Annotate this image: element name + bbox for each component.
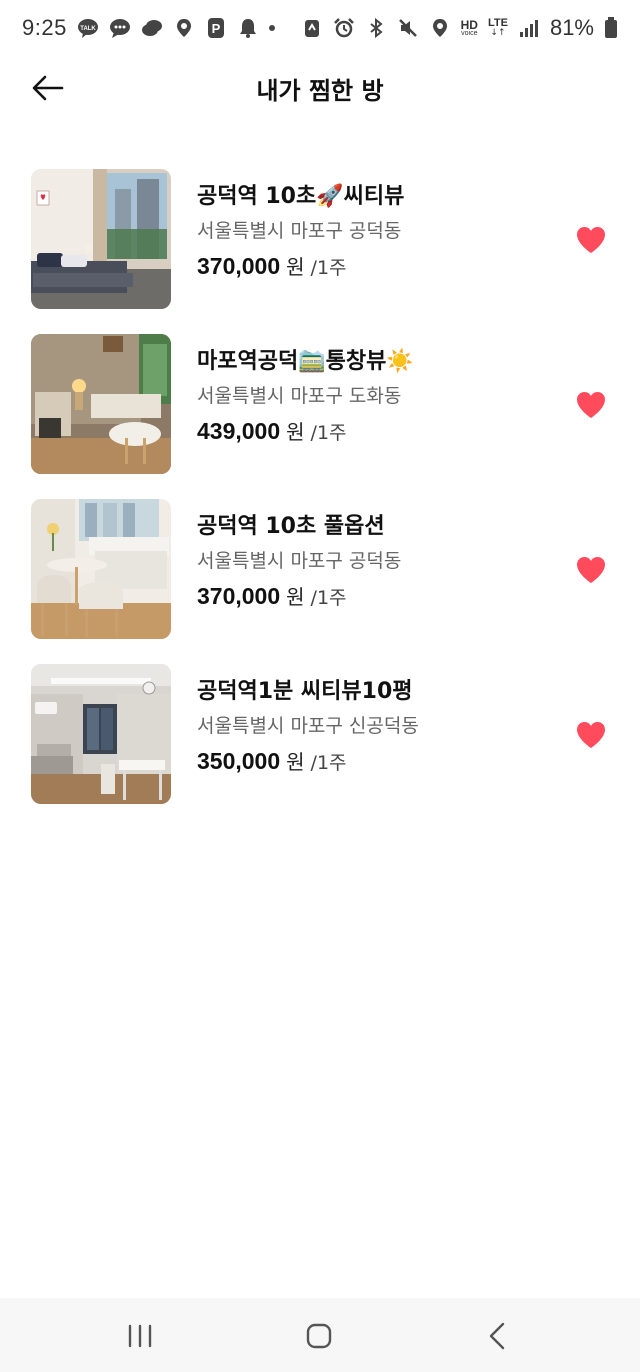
room-item[interactable]: 공덕역 10초 풀옵션 서울특별시 마포구 공덕동 370,000 원 /1주 bbox=[0, 498, 640, 663]
room-price-row: 370,000 원 /1주 bbox=[197, 581, 401, 610]
nav-back-button[interactable] bbox=[480, 1318, 516, 1354]
room-price-row: 350,000 원 /1주 bbox=[197, 746, 419, 775]
room-photo bbox=[31, 499, 171, 639]
heart-icon bbox=[577, 722, 605, 748]
status-right: HD voice LTE ↓↑ 81% bbox=[301, 15, 618, 41]
favorite-room-list: 공덕역 10초🚀씨티뷰 서울특별시 마포구 공덕동 370,000 원 /1주 bbox=[0, 168, 640, 828]
recents-icon bbox=[128, 1324, 152, 1348]
room-address: 서울특별시 마포구 공덕동 bbox=[197, 220, 402, 242]
room-currency: 원 bbox=[286, 420, 305, 444]
location-status-icon bbox=[429, 17, 451, 39]
status-time: 9:25 bbox=[22, 15, 67, 40]
room-info: 공덕역 10초🚀씨티뷰 서울특별시 마포구 공덕동 370,000 원 /1주 bbox=[197, 178, 404, 280]
system-nav-bar bbox=[0, 1298, 640, 1372]
battery-percent: 81% bbox=[549, 15, 594, 40]
room-address: 서울특별시 마포구 신공덕동 bbox=[197, 715, 419, 737]
battery-icon bbox=[604, 17, 618, 39]
location-icon bbox=[173, 17, 195, 39]
room-address: 서울특별시 마포구 도화동 bbox=[197, 385, 402, 407]
lte-icon: LTE ↓↑ bbox=[488, 18, 508, 38]
favorite-toggle-button[interactable] bbox=[575, 555, 607, 585]
svg-text:P: P bbox=[211, 21, 220, 36]
room-item[interactable]: 공덕역 10초🚀씨티뷰 서울특별시 마포구 공덕동 370,000 원 /1주 bbox=[0, 168, 640, 333]
room-photo bbox=[31, 664, 171, 804]
home-icon bbox=[306, 1323, 332, 1349]
favorite-toggle-button[interactable] bbox=[575, 720, 607, 750]
room-currency: 원 bbox=[286, 585, 305, 609]
back-button[interactable] bbox=[30, 70, 66, 106]
parking-app-icon: P bbox=[205, 17, 227, 39]
room-price: 350,000 bbox=[197, 748, 281, 774]
room-address: 서울특별시 마포구 공덕동 bbox=[197, 550, 402, 572]
favorite-toggle-button[interactable] bbox=[575, 225, 607, 255]
message-icon bbox=[109, 17, 131, 39]
room-info: 공덕역 10초 풀옵션 서울특별시 마포구 공덕동 370,000 원 /1주 bbox=[197, 508, 401, 610]
room-info: 마포역공덕🚞통창뷰☀️ 서울특별시 마포구 도화동 439,000 원 /1주 bbox=[197, 343, 414, 445]
page-title: 내가 찜한 방 bbox=[256, 76, 384, 105]
hd-voice-top: HD bbox=[460, 17, 478, 32]
room-item[interactable]: 공덕역1분 씨티뷰10평 서울특별시 마포구 신공덕동 350,000 원 /1… bbox=[0, 663, 640, 828]
room-period: /1주 bbox=[310, 257, 347, 279]
alarm-icon bbox=[333, 17, 355, 39]
room-photo bbox=[31, 334, 171, 474]
room-name: 공덕역 10초🚀씨티뷰 bbox=[197, 184, 405, 209]
room-period: /1주 bbox=[310, 422, 347, 444]
status-left: 9:25 TALK P bbox=[22, 15, 275, 41]
home-button[interactable] bbox=[301, 1318, 337, 1354]
room-period: /1주 bbox=[310, 752, 347, 774]
screen: 9:25 TALK P HD voice LTE ↓↑ 81% 내가 찜한 방 … bbox=[0, 0, 640, 1372]
room-info: 공덕역1분 씨티뷰10평 서울특별시 마포구 신공덕동 350,000 원 /1… bbox=[197, 673, 419, 775]
room-currency: 원 bbox=[286, 750, 305, 774]
app-bar: 내가 찜한 방 bbox=[0, 56, 640, 120]
svg-text:TALK: TALK bbox=[80, 26, 96, 32]
more-notifications-dot-icon bbox=[268, 25, 275, 31]
sync-clipboard-icon bbox=[301, 17, 323, 39]
room-item[interactable]: 마포역공덕🚞통창뷰☀️ 서울특별시 마포구 도화동 439,000 원 /1주 bbox=[0, 333, 640, 498]
room-price: 370,000 bbox=[197, 583, 281, 609]
room-price-row: 439,000 원 /1주 bbox=[197, 416, 414, 445]
hd-voice-icon: HD voice bbox=[460, 17, 478, 37]
room-currency: 원 bbox=[286, 255, 305, 279]
room-photo bbox=[31, 169, 171, 309]
heart-icon bbox=[577, 557, 605, 583]
favorite-toggle-button[interactable] bbox=[575, 390, 607, 420]
hd-voice-bottom: voice bbox=[461, 29, 478, 37]
chevron-left-icon bbox=[489, 1322, 505, 1350]
notification-bell-icon bbox=[237, 17, 259, 39]
talk-icon: TALK bbox=[77, 17, 99, 39]
room-price: 439,000 bbox=[197, 418, 281, 444]
lte-arrows-icon: ↓↑ bbox=[490, 28, 506, 38]
room-period: /1주 bbox=[310, 587, 347, 609]
room-price: 370,000 bbox=[197, 253, 281, 279]
arrow-left-icon bbox=[32, 75, 64, 101]
recents-button[interactable] bbox=[122, 1318, 158, 1354]
room-name: 공덕역 10초 풀옵션 bbox=[197, 514, 385, 539]
status-bar: 9:25 TALK P HD voice LTE ↓↑ 81% bbox=[0, 0, 640, 56]
mute-icon bbox=[397, 17, 419, 39]
room-name: 마포역공덕🚞통창뷰☀️ bbox=[197, 349, 414, 374]
heart-icon bbox=[577, 392, 605, 418]
signal-icon bbox=[518, 17, 540, 39]
bluetooth-icon bbox=[365, 17, 387, 39]
room-price-row: 370,000 원 /1주 bbox=[197, 251, 404, 280]
room-name: 공덕역1분 씨티뷰10평 bbox=[197, 679, 413, 704]
chat-bubbles-icon bbox=[141, 17, 163, 39]
heart-icon bbox=[577, 227, 605, 253]
